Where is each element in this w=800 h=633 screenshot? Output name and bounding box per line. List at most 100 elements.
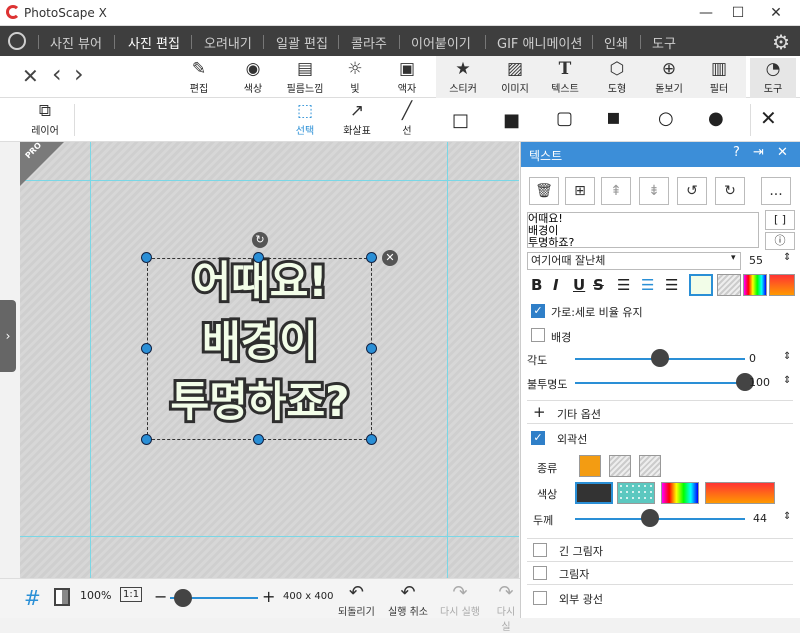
tool-text[interactable]: T 텍스트 (542, 58, 588, 98)
minimize-button[interactable]: — (690, 2, 722, 24)
opacity-stepper-icon[interactable]: ⇕ (783, 375, 791, 386)
zoom-in-icon[interactable]: + (262, 587, 275, 606)
send-backward-icon[interactable]: ⇟ (639, 177, 669, 205)
line-tool-button[interactable]: ╱ 선 (384, 100, 430, 140)
grid-icon[interactable]: # (24, 586, 41, 610)
tool-shape[interactable]: ⬡ 도형 (594, 58, 640, 98)
outline-warm-swatch[interactable] (705, 482, 775, 504)
tool-light[interactable]: ☼ 빛 (332, 58, 378, 98)
maximize-button[interactable]: ☐ (722, 2, 754, 24)
previous-icon[interactable]: ‹ (52, 60, 62, 88)
select-tool-button[interactable]: ⬚ 선택 (282, 100, 328, 140)
rectangle-filled-icon[interactable]: ■ (503, 110, 520, 131)
menu-gif[interactable]: GIF 애니메이션 (497, 33, 582, 52)
font-size-stepper-icon[interactable]: ⇕ (783, 252, 791, 263)
resize-handle[interactable] (366, 252, 377, 263)
delete-object-icon[interactable]: ✕ (382, 250, 398, 266)
more-options-row[interactable]: + 기타 옵션 (527, 400, 793, 424)
angle-slider-knob[interactable] (651, 349, 669, 367)
resize-handle[interactable] (141, 252, 152, 263)
rectangle-outline-icon[interactable]: □ (452, 110, 469, 131)
tool-tools[interactable]: ◔ 도구 (750, 58, 796, 98)
circle-filled-icon[interactable]: ● (708, 108, 724, 129)
compare-icon[interactable] (54, 588, 70, 606)
resize-handle[interactable] (366, 434, 377, 445)
menu-print[interactable]: 인쇄 (604, 33, 628, 52)
rotate-handle-icon[interactable]: ↻ (252, 232, 268, 248)
rounded-rect-filled-icon[interactable]: ▪ (606, 107, 621, 129)
gradient-warm-swatch[interactable] (769, 274, 795, 296)
bracket-button[interactable]: [ ] (765, 210, 795, 230)
pin-icon[interactable]: ⇥ (753, 145, 764, 160)
keep-ratio-checkbox[interactable]: ✓ (531, 304, 545, 318)
arrow-tool-button[interactable]: ↗ 화살표 (334, 100, 380, 140)
font-select[interactable]: 여기어때 잘난체 (527, 252, 741, 270)
help-icon[interactable]: ? (733, 145, 740, 160)
settings-gear-icon[interactable]: ⚙ (772, 30, 790, 54)
more-options-button[interactable]: ... (761, 177, 791, 205)
menu-photo-editor[interactable]: 사진 편집 (128, 33, 180, 52)
side-panel-toggle[interactable]: › (0, 300, 16, 372)
rounded-rect-outline-icon[interactable]: ▢ (556, 108, 573, 129)
delete-text-icon[interactable]: 🗑 (529, 177, 559, 205)
long-shadow-checkbox[interactable] (533, 543, 547, 557)
menu-cut-out[interactable]: 오려내기 (204, 33, 252, 52)
opacity-value[interactable]: 100 (749, 376, 770, 389)
shadow-checkbox[interactable] (533, 566, 547, 580)
close-file-icon[interactable]: ✕ (22, 64, 39, 88)
bold-button[interactable]: B (531, 276, 542, 294)
redo-all-button[interactable]: ↷ 다시 실 (492, 583, 520, 633)
duplicate-icon[interactable]: ⊞ (565, 177, 595, 205)
rotate-left-icon[interactable]: ↺ (677, 177, 707, 205)
resize-handle[interactable] (141, 343, 152, 354)
align-left-icon[interactable]: ☰ (617, 276, 630, 294)
info-icon[interactable]: ⓘ (765, 232, 795, 250)
tool-edit[interactable]: ✎ 편집 (176, 58, 222, 98)
font-size[interactable]: 55 (749, 254, 763, 267)
zoom-out-icon[interactable]: − (154, 587, 167, 606)
angle-value[interactable]: 0 (749, 352, 756, 365)
thickness-value[interactable]: 44 (753, 512, 767, 525)
close-panel-icon[interactable]: ✕ (777, 145, 788, 160)
menu-batch[interactable]: 일괄 편집 (276, 33, 328, 52)
menu-collage[interactable]: 콜라주 (351, 33, 387, 52)
italic-button[interactable]: I (553, 276, 559, 294)
circle-outline-icon[interactable]: ○ (658, 108, 674, 129)
tool-magnifier[interactable]: ⊕ 돋보기 (646, 58, 692, 98)
tool-frame[interactable]: ▣ 액자 (384, 58, 430, 98)
undo-button[interactable]: ↶ 실행 취소 (388, 583, 428, 619)
close-shape-bar-icon[interactable]: ✕ (760, 106, 777, 130)
align-center-icon[interactable]: ☰ (641, 276, 654, 294)
menu-combine[interactable]: 이어붙이기 (411, 33, 471, 52)
actual-size-button[interactable]: 1:1 (120, 587, 143, 602)
next-icon[interactable]: › (74, 60, 84, 88)
background-checkbox[interactable] (531, 328, 545, 342)
thickness-slider-knob[interactable] (640, 509, 659, 527)
resize-handle[interactable] (253, 434, 264, 445)
menu-photo-viewer[interactable]: 사진 뷰어 (50, 33, 102, 52)
search-icon[interactable] (8, 32, 26, 50)
zoom-slider-knob[interactable] (174, 589, 193, 607)
resize-handle[interactable] (253, 252, 264, 263)
tool-sticker[interactable]: ★ 스티커 (440, 58, 486, 98)
text-input[interactable] (527, 212, 759, 248)
thickness-slider-track[interactable] (575, 518, 745, 520)
outline-checkbox[interactable]: ✓ (531, 431, 545, 445)
outer-glow-checkbox[interactable] (533, 591, 547, 605)
outline-pattern-swatch[interactable] (617, 482, 655, 504)
angle-stepper-icon[interactable]: ⇕ (783, 351, 791, 362)
revert-button[interactable]: ↶ 되돌리기 (338, 583, 375, 619)
texture-swatch[interactable] (717, 274, 741, 296)
outline-type-middle[interactable] (609, 455, 631, 477)
outline-rainbow-swatch[interactable] (661, 482, 699, 504)
close-window-button[interactable]: ✕ (760, 2, 792, 24)
align-right-icon[interactable]: ☰ (665, 276, 678, 294)
tool-filter[interactable]: ▥ 필터 (696, 58, 742, 98)
outline-type-inner[interactable] (639, 455, 661, 477)
rotate-right-icon[interactable]: ↻ (715, 177, 745, 205)
tool-image[interactable]: ▨ 이미지 (492, 58, 538, 98)
bring-forward-icon[interactable]: ⇞ (601, 177, 631, 205)
thickness-stepper-icon[interactable]: ⇕ (783, 511, 791, 522)
menu-tools[interactable]: 도구 (652, 33, 676, 52)
outline-color-dark-swatch[interactable] (575, 482, 613, 504)
